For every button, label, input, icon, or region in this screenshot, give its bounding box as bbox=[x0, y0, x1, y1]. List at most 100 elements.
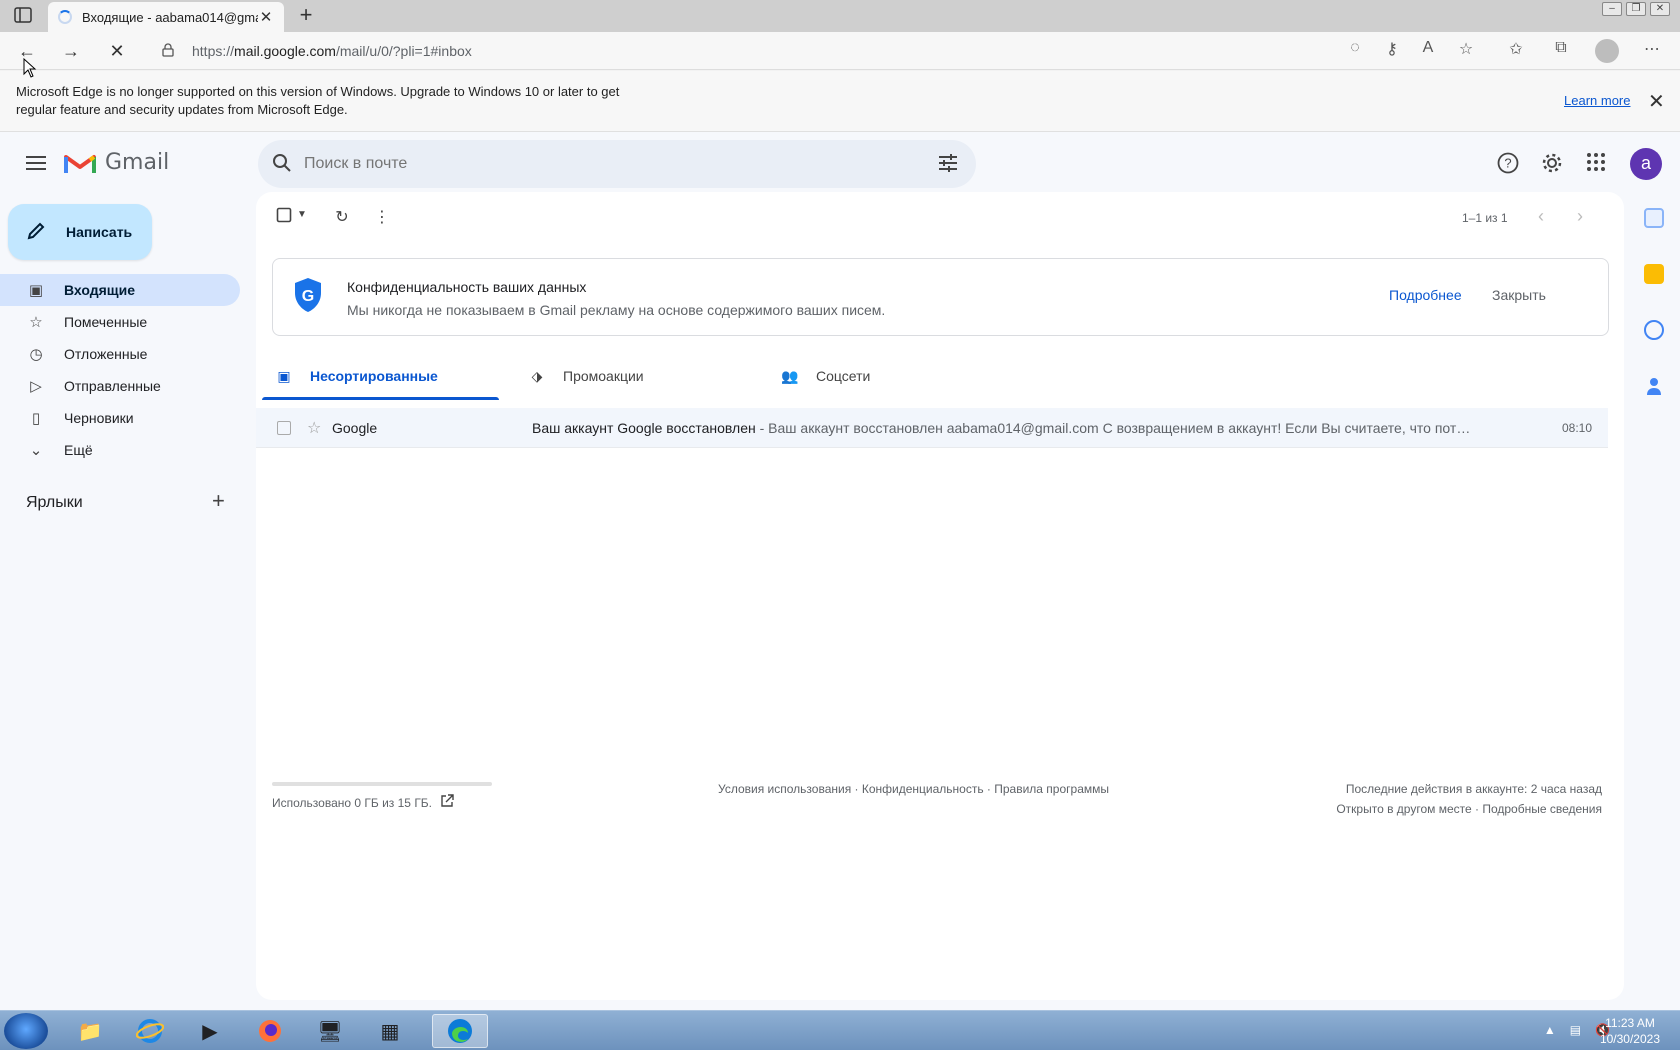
new-tab-button[interactable]: + bbox=[294, 4, 318, 28]
main-panel: ▼ ↻ ⋮ 1–1 из 1 ‹ › G Конфиденциальность … bbox=[256, 192, 1624, 1000]
tab-social[interactable]: 👥 Соцсети bbox=[762, 352, 1005, 400]
infobar-message: Microsoft Edge is no longer supported on… bbox=[16, 84, 620, 117]
external-link-icon[interactable] bbox=[440, 794, 454, 811]
star-icon[interactable]: ☆ bbox=[307, 418, 321, 438]
internet-explorer-icon[interactable] bbox=[122, 1014, 178, 1048]
restore-button[interactable]: ❐ bbox=[1626, 2, 1646, 16]
sidebar-item-snoozed[interactable]: ◷ Отложенные bbox=[0, 338, 240, 370]
star-icon: ☆ bbox=[29, 314, 43, 331]
url-path: /mail/u/0/?pli=1#inbox bbox=[335, 43, 472, 59]
compose-button[interactable]: Написать bbox=[8, 204, 152, 260]
start-button[interactable] bbox=[4, 1013, 48, 1049]
tab-actions-icon[interactable] bbox=[14, 7, 34, 25]
edge-icon[interactable] bbox=[432, 1014, 488, 1048]
prev-page-icon[interactable]: ‹ bbox=[1538, 206, 1544, 227]
explorer-icon[interactable]: 📁 bbox=[62, 1014, 118, 1048]
read-aloud-icon[interactable]: A bbox=[1416, 39, 1440, 57]
category-tabs: ▣ Несортированные ⬗ Промоакции 👥 Соцсети bbox=[256, 352, 1608, 400]
select-checkbox[interactable] bbox=[274, 207, 294, 227]
unsupported-infobar: Microsoft Edge is no longer supported on… bbox=[0, 71, 1680, 132]
search-icon[interactable] bbox=[270, 153, 294, 176]
infobar-close-icon[interactable]: ✕ bbox=[1648, 89, 1665, 114]
email-snippet: - Ваш аккаунт восстановлен aabama014@gma… bbox=[755, 419, 1471, 436]
email-row[interactable]: ☆ Google Ваш аккаунт Google восстановлен… bbox=[256, 408, 1608, 448]
remote-desktop-icon[interactable]: 🖥 bbox=[302, 1014, 358, 1048]
chevron-down-icon: ⌄ bbox=[29, 442, 43, 459]
close-window-button[interactable]: ✕ bbox=[1650, 2, 1670, 16]
clock-date: 10/30/2023 bbox=[1599, 1032, 1660, 1046]
apps-grid-icon[interactable] bbox=[1586, 152, 1610, 176]
stop-loading-button[interactable]: ✕ bbox=[104, 39, 130, 63]
tab-close-icon[interactable]: ✕ bbox=[258, 8, 274, 26]
sidebar-nav: ▣ Входящие ☆ Помеченные ◷ Отложенные ▷ О… bbox=[0, 274, 240, 466]
network-icon[interactable]: ▤ bbox=[1570, 1023, 1581, 1037]
banner-more-link[interactable]: Подробнее bbox=[1389, 287, 1462, 303]
learn-more-link[interactable]: Learn more bbox=[1564, 93, 1630, 108]
gmail-logo[interactable]: Gmail bbox=[64, 150, 169, 175]
clock[interactable]: 11:23 AM 10/30/2023 bbox=[1600, 1015, 1660, 1047]
inbox-icon: ▣ bbox=[28, 282, 44, 299]
search-bar[interactable] bbox=[258, 140, 976, 188]
main-menu-icon[interactable] bbox=[24, 152, 48, 176]
network-tool-icon[interactable]: ▦ bbox=[362, 1014, 418, 1048]
settings-gear-icon[interactable] bbox=[1541, 152, 1565, 176]
account-activity: Последние действия в аккаунте: 2 часа на… bbox=[1345, 782, 1602, 796]
more-actions-icon[interactable]: ⋮ bbox=[372, 207, 392, 227]
pencil-icon bbox=[26, 221, 50, 244]
banner-close-button[interactable]: Закрыть bbox=[1492, 287, 1546, 303]
lock-icon[interactable] bbox=[162, 42, 178, 60]
url-host: mail.google.com bbox=[234, 43, 336, 59]
clock-icon: ◷ bbox=[29, 346, 43, 363]
tab-title: Входящие - aabama014@gmail.com bbox=[82, 9, 258, 25]
windows-taskbar: 📁 ▶ 🖥 ▦ ▲ ▤ 🔇 11:23 AM 10/30/2023 bbox=[0, 1010, 1680, 1050]
profile-icon[interactable] bbox=[1595, 39, 1619, 63]
sidebar-item-inbox[interactable]: ▣ Входящие bbox=[0, 274, 240, 306]
mail-toolbar: ▼ ↻ ⋮ 1–1 из 1 ‹ › bbox=[256, 192, 1624, 242]
refresh-icon[interactable]: ↻ bbox=[332, 207, 352, 227]
sidebar-item-sent[interactable]: ▷ Отправленные bbox=[0, 370, 240, 402]
minimize-button[interactable]: – bbox=[1602, 2, 1622, 16]
sidebar-item-label: Черновики bbox=[64, 410, 134, 426]
select-dropdown-icon[interactable]: ▼ bbox=[292, 209, 312, 229]
media-player-icon[interactable]: ▶ bbox=[182, 1014, 238, 1048]
calendar-icon[interactable] bbox=[1644, 208, 1664, 228]
send-icon: ▷ bbox=[30, 378, 42, 395]
firefox-icon[interactable] bbox=[242, 1014, 298, 1048]
gmail-logo-text: Gmail bbox=[105, 150, 170, 175]
reader-view-icon[interactable]: ◌ bbox=[1343, 39, 1367, 57]
sidebar-item-more[interactable]: ⌄ Ещё bbox=[0, 434, 240, 466]
search-input[interactable] bbox=[304, 155, 938, 173]
pager-text: 1–1 из 1 bbox=[1462, 211, 1508, 225]
labels-header: Ярлыки bbox=[26, 494, 83, 511]
add-favorite-icon[interactable]: ☆ bbox=[1454, 39, 1478, 59]
tasks-icon[interactable] bbox=[1644, 320, 1664, 340]
activity-details-link[interactable]: Открыто в другом месте · Подробные сведе… bbox=[1336, 802, 1602, 816]
favorites-icon[interactable]: ✩ bbox=[1504, 39, 1528, 59]
contacts-icon[interactable] bbox=[1644, 376, 1664, 396]
key-icon[interactable]: ⚷ bbox=[1380, 39, 1404, 59]
sidebar-item-starred[interactable]: ☆ Помеченные bbox=[0, 306, 240, 338]
url-prefix: https:// bbox=[192, 43, 235, 59]
keep-icon[interactable] bbox=[1644, 264, 1664, 284]
tab-primary[interactable]: ▣ Несортированные bbox=[256, 352, 499, 400]
browser-tab[interactable]: Входящие - aabama014@gmail.com ✕ bbox=[48, 2, 284, 32]
inbox-icon: ▣ bbox=[277, 367, 291, 384]
email-subject: Ваш аккаунт Google восстановлен bbox=[532, 419, 756, 436]
sidebar-item-drafts[interactable]: ▯ Черновики bbox=[0, 402, 240, 434]
email-checkbox[interactable] bbox=[277, 420, 291, 435]
help-icon[interactable]: ? bbox=[1497, 152, 1521, 176]
forward-button[interactable]: → bbox=[58, 39, 84, 63]
collections-icon[interactable]: ⧉ bbox=[1549, 39, 1573, 57]
sidebar-item-label: Ещё bbox=[64, 442, 93, 458]
account-avatar[interactable]: a bbox=[1630, 148, 1662, 180]
add-label-icon[interactable]: + bbox=[212, 488, 225, 514]
next-page-icon[interactable]: › bbox=[1577, 206, 1583, 227]
tab-promotions[interactable]: ⬗ Промоакции bbox=[509, 352, 752, 400]
more-menu-icon[interactable]: ⋯ bbox=[1640, 39, 1664, 59]
show-hidden-icons[interactable]: ▲ bbox=[1544, 1023, 1556, 1037]
search-options-icon[interactable] bbox=[938, 153, 962, 175]
browser-tab-strip: Входящие - aabama014@gmail.com ✕ + – ❐ ✕ bbox=[0, 0, 1680, 32]
footer-links[interactable]: Условия использования · Конфиденциальнос… bbox=[718, 782, 1109, 796]
banner-title: Конфиденциальность ваших данных bbox=[347, 279, 587, 295]
address-bar[interactable]: https://mail.google.com/mail/u/0/?pli=1#… bbox=[150, 36, 1480, 66]
